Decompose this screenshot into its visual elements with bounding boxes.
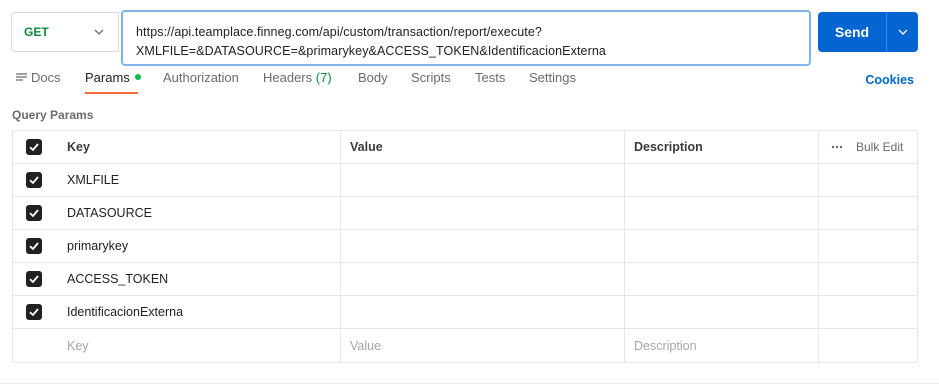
table-row-new: Key Value Description [13,329,917,362]
query-params-title: Query Params [12,108,94,122]
param-description[interactable] [625,296,819,328]
row-checkbox-cell [13,263,55,295]
more-horizontal-icon [831,145,843,149]
row-checkbox[interactable] [26,304,42,320]
row-actions-cell [819,263,917,295]
param-key[interactable]: ACCESS_TOKEN [55,263,341,295]
param-value[interactable] [341,263,625,295]
param-value[interactable] [341,164,625,196]
param-key[interactable]: XMLFILE [55,164,341,196]
table-row: IdentificacionExterna [13,296,917,329]
new-value-input[interactable]: Value [341,329,625,362]
row-checkbox-cell [13,230,55,262]
column-header-key: Key [55,131,341,163]
send-options-button[interactable] [886,12,918,52]
column-header-description: Description [625,131,819,163]
row-checkbox[interactable] [26,172,42,188]
check-icon [29,275,39,284]
bulk-edit-label: Bulk Edit [856,140,904,154]
row-actions-cell [819,164,917,196]
doc-lines-icon [16,73,27,81]
params-indicator-dot [134,74,141,80]
param-key[interactable]: IdentificacionExterna [55,296,341,328]
tab-headers[interactable]: Headers (7) [263,70,332,85]
param-description[interactable] [625,263,819,295]
tab-settings[interactable]: Settings [529,70,576,85]
select-all-cell [13,131,55,163]
tab-params[interactable]: Params [85,70,141,85]
new-key-input[interactable]: Key [55,329,341,362]
tab-docs[interactable]: Docs [16,70,61,85]
headers-count: (7) [315,70,332,85]
param-value[interactable] [341,296,625,328]
table-row: XMLFILE [13,164,917,197]
check-icon [29,209,39,218]
url-input[interactable]: https://api.teamplace.finneg.com/api/cus… [121,10,811,66]
row-checkbox[interactable] [26,205,42,221]
column-header-value: Value [341,131,625,163]
bulk-edit-button[interactable]: Bulk Edit [819,131,917,163]
row-checkbox-cell [13,329,55,362]
query-params-table: Key Value Description Bulk Edit XMLFILE … [12,130,918,363]
select-all-checkbox[interactable] [26,139,42,155]
active-tab-underline [85,92,138,94]
param-key[interactable]: DATASOURCE [55,197,341,229]
row-checkbox[interactable] [26,238,42,254]
check-icon [29,176,39,185]
param-description[interactable] [625,230,819,262]
divider [0,383,939,384]
check-icon [29,242,39,251]
tab-authorization[interactable]: Authorization [163,70,239,85]
new-description-input[interactable]: Description [625,329,819,362]
tab-body[interactable]: Body [358,70,388,85]
tab-docs-label: Docs [31,70,61,85]
param-value[interactable] [341,197,625,229]
param-key[interactable]: primarykey [55,230,341,262]
check-icon [29,308,39,317]
row-checkbox[interactable] [26,271,42,287]
url-line-1: https://api.teamplace.finneg.com/api/cus… [136,25,542,39]
row-actions-cell [819,329,917,362]
row-actions-cell [819,296,917,328]
table-row: ACCESS_TOKEN [13,263,917,296]
row-actions-cell [819,197,917,229]
tab-tests[interactable]: Tests [475,70,505,85]
url-line-2: XMLFILE=&DATASOURCE=&primarykey&ACCESS_T… [136,44,606,58]
table-row: primarykey [13,230,917,263]
row-checkbox-cell [13,164,55,196]
method-label: GET [24,25,49,39]
param-description[interactable] [625,197,819,229]
table-header-row: Key Value Description Bulk Edit [13,131,917,164]
tab-headers-label: Headers [263,70,313,85]
row-actions-cell [819,230,917,262]
check-icon [29,143,39,152]
cookies-link[interactable]: Cookies [865,73,914,87]
param-value[interactable] [341,230,625,262]
tab-scripts[interactable]: Scripts [411,70,451,85]
param-description[interactable] [625,164,819,196]
tab-params-label: Params [85,70,130,85]
chevron-down-icon [94,29,104,35]
send-button[interactable]: Send [818,12,886,52]
request-tabs: Docs Params Authorization Headers (7) Bo… [16,66,926,94]
row-checkbox-cell [13,197,55,229]
table-row: DATASOURCE [13,197,917,230]
chevron-down-icon [898,29,907,35]
method-select[interactable]: GET [11,12,119,52]
row-checkbox-cell [13,296,55,328]
